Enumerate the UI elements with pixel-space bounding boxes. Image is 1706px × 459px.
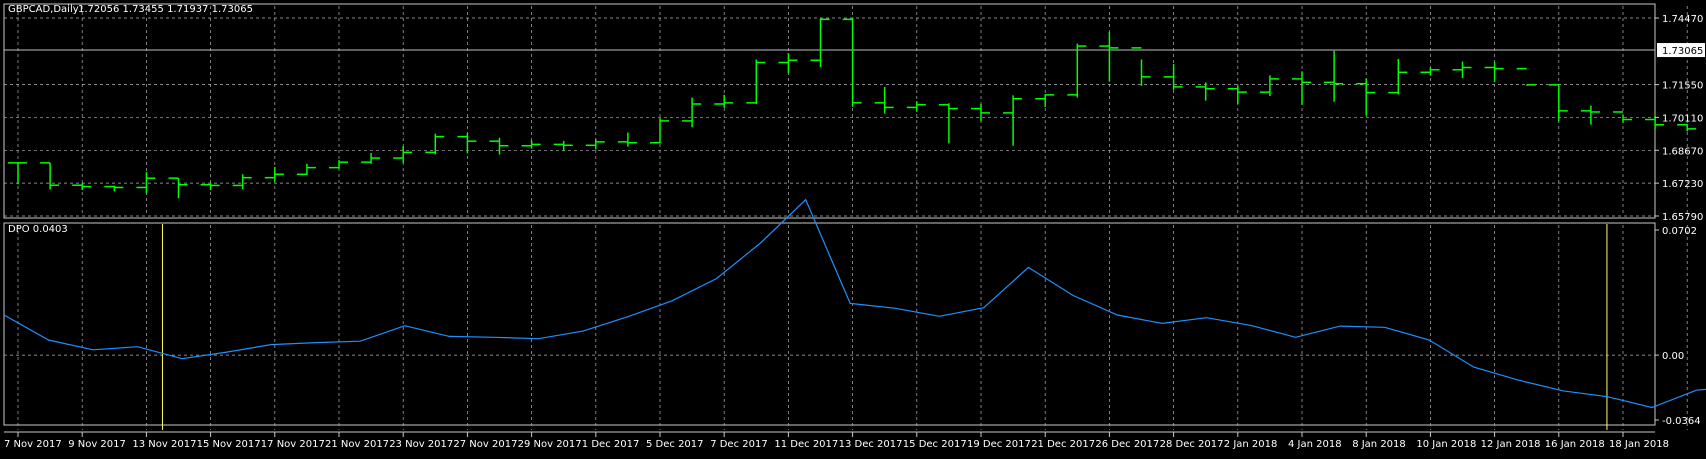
price-tick-label: 1.67230 xyxy=(1662,179,1703,190)
date-tick-label: 26 Dec 2017 xyxy=(1095,439,1159,450)
dpo-tick-label: 0.0702 xyxy=(1662,226,1697,237)
date-tick-label: 8 Jan 2018 xyxy=(1352,439,1406,450)
date-tick-label: 5 Dec 2017 xyxy=(646,439,704,450)
date-tick-label: 12 Jan 2018 xyxy=(1481,439,1541,450)
date-tick-label: 15 Nov 2017 xyxy=(197,439,261,450)
symbol-header: GBPCAD,Daily xyxy=(8,4,79,15)
date-tick-label: 13 Dec 2017 xyxy=(839,439,903,450)
date-tick-label: 9 Nov 2017 xyxy=(68,439,126,450)
date-tick-label: 21 Nov 2017 xyxy=(325,439,389,450)
date-tick-label: 2 Jan 2018 xyxy=(1224,439,1278,450)
date-tick-label: 11 Dec 2017 xyxy=(774,439,838,450)
price-tick-label: 1.74470 xyxy=(1662,14,1703,25)
date-tick-label: 4 Jan 2018 xyxy=(1288,439,1342,450)
date-tick-label: 19 Dec 2017 xyxy=(967,439,1031,450)
date-tick-label: 16 Jan 2018 xyxy=(1545,439,1605,450)
date-tick-label: 1 Dec 2017 xyxy=(582,439,640,450)
price-tick-label: 1.70110 xyxy=(1662,113,1703,124)
dpo-tick-label: 0.00 xyxy=(1662,351,1684,362)
date-tick-label: 17 Nov 2017 xyxy=(261,439,325,450)
date-tick-label: 28 Dec 2017 xyxy=(1160,439,1224,450)
ohlc-header: 1.72056 1.73455 1.71937 1.73065 xyxy=(78,4,253,15)
date-tick-label: 7 Nov 2017 xyxy=(4,439,62,450)
price-tick-label: 1.71550 xyxy=(1662,81,1703,92)
date-tick-label: 15 Dec 2017 xyxy=(903,439,967,450)
date-tick-label: 13 Nov 2017 xyxy=(132,439,196,450)
dpo-tick-label: -0.0364 xyxy=(1662,416,1701,427)
date-tick-label: 10 Jan 2018 xyxy=(1416,439,1476,450)
date-tick-label: 18 Jan 2018 xyxy=(1609,439,1669,450)
date-tick-label: 29 Nov 2017 xyxy=(518,439,582,450)
dpo-header: DPO 0.0403 xyxy=(8,224,68,235)
date-tick-label: 23 Nov 2017 xyxy=(389,439,453,450)
price-tick-label: 1.68670 xyxy=(1662,146,1703,157)
price-tick-label: 1.65790 xyxy=(1662,212,1703,223)
trading-chart[interactable]: 1.74470 1.71550 1.70110 1.68670 1.67230 1.657… xyxy=(0,0,1706,459)
date-tick-label: 27 Nov 2017 xyxy=(453,439,517,450)
date-tick-label: 21 Dec 2017 xyxy=(1031,439,1095,450)
current-price-label: 1.73065 xyxy=(1662,46,1703,57)
date-tick-label: 7 Dec 2017 xyxy=(710,439,768,450)
